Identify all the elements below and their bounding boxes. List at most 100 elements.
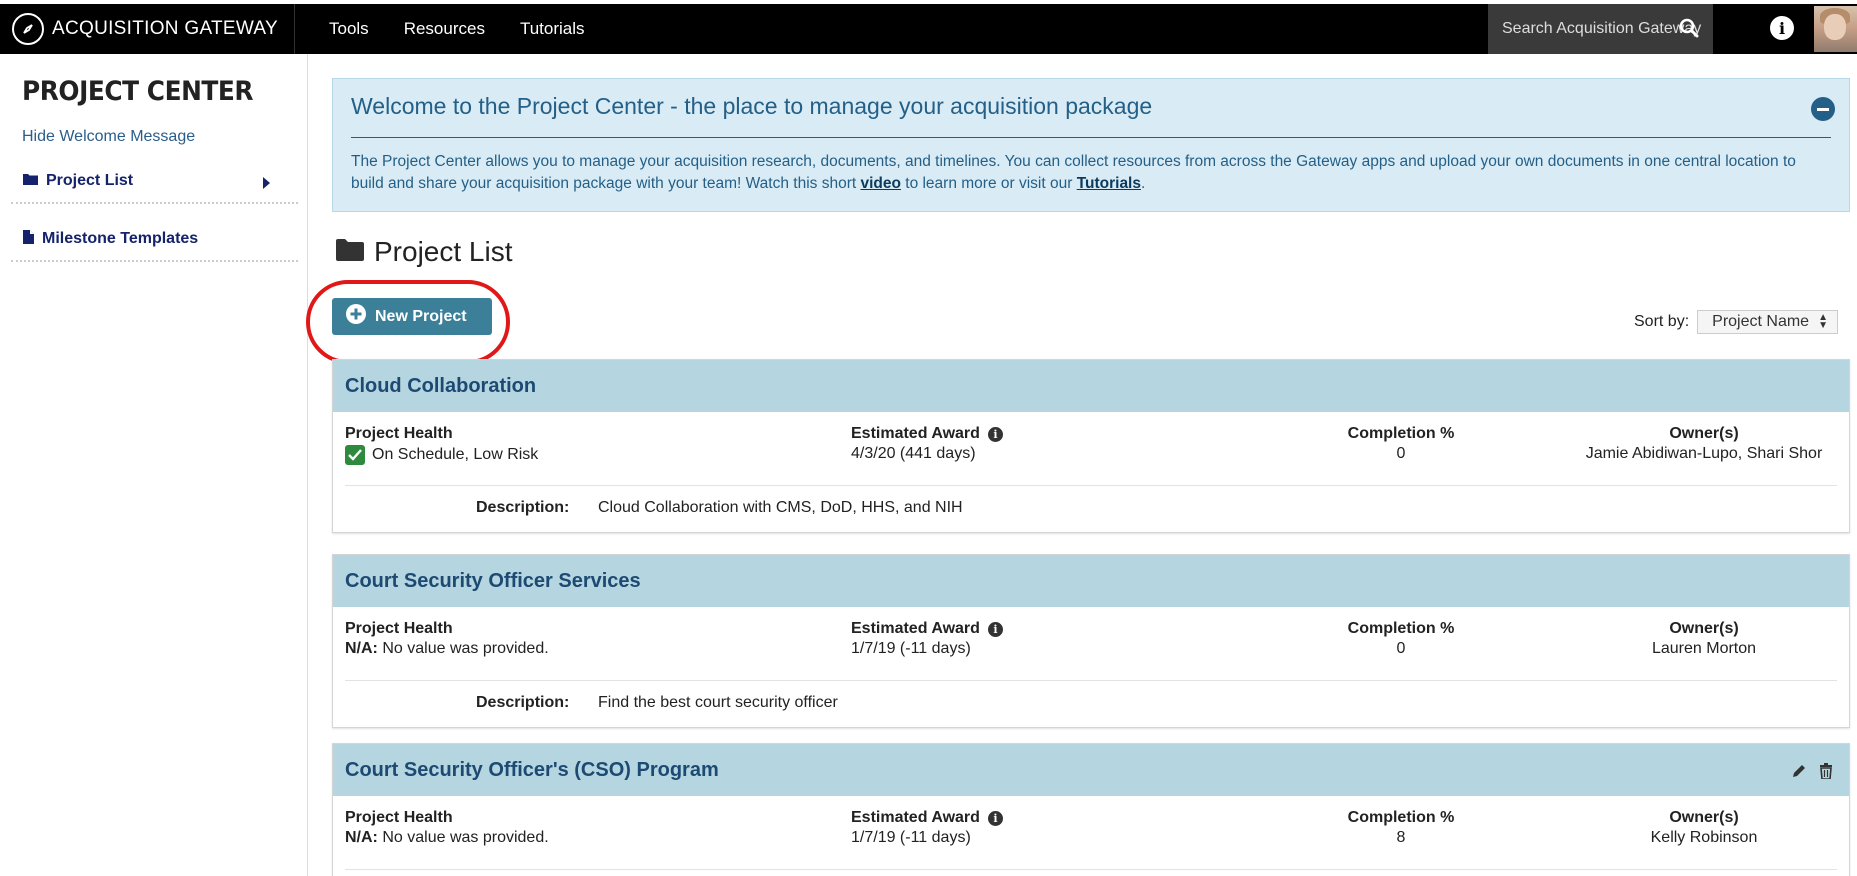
file-icon	[23, 229, 34, 249]
project-details-row: Project Health On Schedule, Low Risk Est…	[345, 412, 1837, 486]
search-input[interactable]: Search Acquisition Gateway	[1488, 4, 1713, 54]
folder-icon	[336, 238, 364, 266]
project-card: Court Security Officer Services Project …	[332, 554, 1850, 728]
health-value: On Schedule, Low Risk	[372, 446, 539, 464]
owners-value: Jamie Abidiwan-Lupo, Shari Shor	[1585, 445, 1823, 462]
sidebar-item-label: Milestone Templates	[42, 230, 199, 247]
completion-label: Completion %	[1347, 809, 1455, 826]
avatar-face	[1824, 14, 1846, 40]
sidebar-title: PROJECT CENTER	[22, 76, 254, 107]
nav-link-resources[interactable]: Resources	[404, 19, 485, 39]
award-value: 1/7/19 (-11 days)	[851, 829, 971, 846]
completion-value: 8	[1396, 829, 1406, 846]
sort-arrows-icon: ▲ ▼	[1818, 312, 1829, 331]
nav-links: Tools Resources Tutorials	[329, 19, 620, 39]
award-value: 4/3/20 (441 days)	[851, 445, 976, 462]
welcome-text-2: to learn more or visit our	[900, 175, 1077, 192]
description-value: Find the best court security officer	[598, 694, 838, 711]
trash-icon[interactable]	[1819, 763, 1833, 784]
project-card-header: Court Security Officer Services	[333, 555, 1849, 607]
info-icon[interactable]: i	[987, 621, 1003, 637]
completion: Completion % 0	[1251, 425, 1551, 463]
sidebar: PROJECT CENTER Hide Welcome Message Proj…	[0, 54, 308, 876]
welcome-title: Welcome to the Project Center - the plac…	[351, 93, 1153, 119]
new-project-button[interactable]: New Project	[332, 298, 492, 335]
caret-right-icon	[263, 177, 270, 189]
project-description: Description: Find the best court securit…	[345, 681, 1837, 727]
project-card: Cloud Collaboration Project Health On Sc…	[332, 359, 1850, 533]
health-label: Project Health	[345, 809, 453, 826]
project-name[interactable]: Court Security Officer's (CSO) Program	[345, 759, 719, 782]
sidebar-item-project-list[interactable]: Project List	[11, 160, 298, 204]
project-list-header: Project List	[336, 236, 513, 268]
completion-value: 0	[1396, 640, 1406, 657]
project-card-header: Court Security Officer's (CSO) Program	[333, 744, 1849, 796]
award-label: Estimated Award	[851, 809, 980, 826]
info-icon[interactable]: i	[987, 426, 1003, 442]
project-name[interactable]: Cloud Collaboration	[345, 375, 536, 398]
project-details-row: Project Health N/A: No value was provide…	[345, 796, 1837, 870]
new-project-label: New Project	[375, 307, 467, 325]
search-icon[interactable]	[1679, 18, 1699, 43]
project-card: Court Security Officer's (CSO) Program P…	[332, 743, 1850, 876]
edit-icon[interactable]	[1791, 763, 1807, 784]
hide-welcome-link[interactable]: Hide Welcome Message	[22, 128, 195, 146]
sort-label: Sort by:	[1634, 313, 1690, 330]
sidebar-item-label: Project List	[46, 172, 134, 189]
health-value: No value was provided.	[382, 640, 549, 657]
completion-label: Completion %	[1347, 425, 1455, 442]
project-name[interactable]: Court Security Officer Services	[345, 570, 641, 593]
owners-value: Lauren Morton	[1651, 640, 1757, 657]
card-tools	[1779, 763, 1833, 784]
completion-label: Completion %	[1347, 620, 1455, 637]
owners-label: Owner(s)	[1669, 809, 1739, 826]
project-card-header: Cloud Collaboration	[333, 360, 1849, 412]
project-health: Project Health N/A: No value was provide…	[345, 809, 549, 847]
award-value: 1/7/19 (-11 days)	[851, 640, 971, 657]
welcome-panel: Welcome to the Project Center - the plac…	[332, 78, 1850, 212]
project-description: Description: Cloud Collaboration with CM…	[345, 486, 1837, 532]
sidebar-item-milestone-templates[interactable]: Milestone Templates	[11, 218, 298, 262]
health-label: Project Health	[345, 620, 453, 637]
avatar[interactable]	[1814, 6, 1857, 52]
health-value: No value was provided.	[382, 829, 549, 846]
sort-value: Project Name	[1712, 313, 1810, 330]
info-icon[interactable]: i	[987, 810, 1003, 826]
video-link[interactable]: video	[860, 175, 900, 192]
health-prefix: N/A:	[345, 829, 378, 846]
brand[interactable]: ACQUISITION GATEWAY	[0, 4, 295, 54]
compass-icon	[12, 13, 44, 45]
sort-control: Sort by: Project Name ▲ ▼	[1634, 310, 1839, 334]
award-label: Estimated Award	[851, 425, 980, 442]
project-health: Project Health N/A: No value was provide…	[345, 620, 549, 658]
sort-select[interactable]: Project Name ▲ ▼	[1697, 310, 1839, 334]
brand-title: ACQUISITION GATEWAY	[52, 18, 278, 39]
folder-icon	[23, 172, 38, 190]
owners: Owner(s) Kelly Robinson	[1521, 809, 1857, 847]
owners: Owner(s) Lauren Morton	[1521, 620, 1857, 658]
description-label: Description:	[476, 499, 570, 516]
welcome-divider	[351, 137, 1831, 138]
page-title: Project List	[374, 236, 513, 267]
project-details-row: Project Health N/A: No value was provide…	[345, 607, 1837, 681]
owners-value: Kelly Robinson	[1650, 829, 1758, 846]
completion-value: 0	[1396, 445, 1406, 462]
award-label: Estimated Award	[851, 620, 980, 637]
completion: Completion % 0	[1251, 620, 1551, 658]
estimated-award: Estimated Award i 4/3/20 (441 days)	[851, 425, 1003, 463]
nav-link-tutorials[interactable]: Tutorials	[520, 19, 585, 39]
info-icon[interactable]: i	[1770, 16, 1794, 40]
owners-label: Owner(s)	[1669, 620, 1739, 637]
welcome-body: The Project Center allows you to manage …	[351, 151, 1831, 195]
owners: Owner(s) Jamie Abidiwan-Lupo, Shari Shor	[1521, 425, 1857, 463]
nav-link-tools[interactable]: Tools	[329, 19, 369, 39]
completion: Completion % 8	[1251, 809, 1551, 847]
plus-circle-icon	[346, 304, 366, 329]
search-placeholder: Search Acquisition Gateway	[1502, 20, 1702, 37]
description-value: Cloud Collaboration with CMS, DoD, HHS, …	[598, 499, 963, 516]
estimated-award: Estimated Award i 1/7/19 (-11 days)	[851, 809, 1003, 847]
owners-label: Owner(s)	[1669, 425, 1739, 442]
tutorials-link[interactable]: Tutorials	[1077, 175, 1141, 192]
description-label: Description:	[476, 694, 570, 711]
collapse-icon[interactable]	[1811, 97, 1835, 121]
